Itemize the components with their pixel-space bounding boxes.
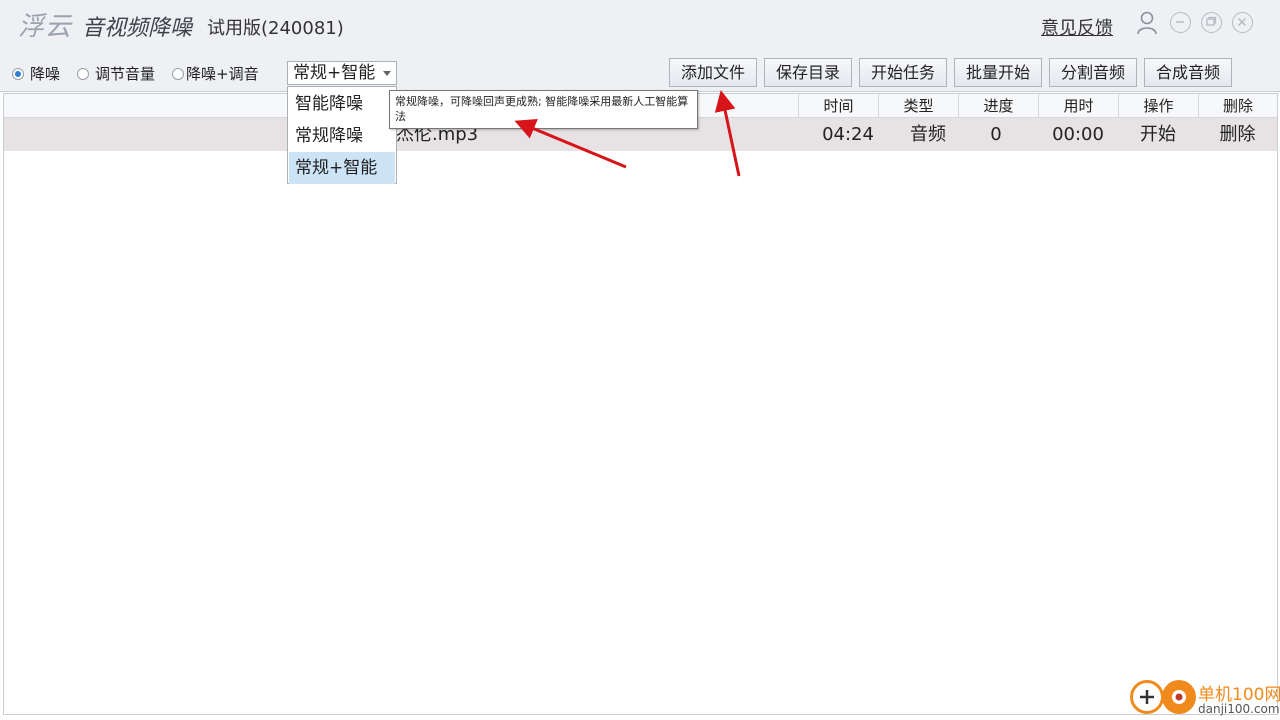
mode-label: 降噪+调音 <box>186 65 259 83</box>
start-task-button[interactable]: 开始任务 <box>859 58 947 87</box>
time-cell: 04:24 <box>822 124 874 145</box>
radio-denoise[interactable] <box>12 67 24 80</box>
mode-label: 降噪 <box>30 65 61 83</box>
app-title: 音视频降噪 <box>82 16 193 41</box>
add-file-button[interactable]: 添加文件 <box>669 58 757 87</box>
record-icon <box>1162 680 1196 714</box>
column-header-type: 类型 <box>878 94 958 118</box>
restore-icon[interactable] <box>1201 12 1222 33</box>
batch-start-button[interactable]: 批量开始 <box>954 58 1042 87</box>
plus-icon <box>1130 680 1164 714</box>
split-audio-button[interactable]: 分割音频 <box>1049 58 1137 87</box>
mode-adjust-volume[interactable]: 调节音量 <box>77 63 155 84</box>
radio-denoise-tune[interactable] <box>172 67 184 80</box>
watermark-logo: 单机100网 danji100.com <box>1130 678 1280 720</box>
dropdown-option-regular[interactable]: 常规降噪 <box>289 120 395 152</box>
column-header-time: 时间 <box>798 94 878 118</box>
title-bar: 浮云 音视频降噪 试用版(240081) 意见反馈 <box>0 0 1280 52</box>
dropdown-option-regular-smart[interactable]: 常规+智能 <box>289 152 395 184</box>
column-header-progress: 进度 <box>958 94 1038 118</box>
algorithm-dropdown-list: 智能降噪 常规降噪 常规+智能 <box>287 86 397 184</box>
mode-denoise-tune[interactable]: 降噪+调音 <box>172 63 259 84</box>
user-icon[interactable] <box>1136 11 1158 35</box>
column-header-elapsed: 用时 <box>1038 94 1118 118</box>
delete-row-button[interactable]: 删除 <box>1198 118 1277 151</box>
tooltip: 常规降噪，可降噪回声更成熟; 智能降噪采用最新人工智能算法 <box>389 90 698 129</box>
feedback-link[interactable]: 意见反馈 <box>1041 14 1113 40</box>
close-icon[interactable] <box>1232 12 1253 33</box>
merge-audio-button[interactable]: 合成音频 <box>1144 58 1232 87</box>
radio-adjust-volume[interactable] <box>77 67 89 80</box>
algorithm-select-value: 常规+智能 <box>293 63 376 83</box>
progress-cell: 0 <box>990 124 1002 145</box>
app-logo: 浮云 <box>18 12 73 42</box>
mode-denoise[interactable]: 降噪 <box>12 63 60 84</box>
chevron-down-icon[interactable] <box>383 71 391 76</box>
mode-label: 调节音量 <box>95 65 156 83</box>
file-table: 时间 类型 进度 用时 操作 删除 杰伦.mp3 04:24 音频 0 00:0… <box>3 93 1278 715</box>
minimize-icon[interactable] <box>1170 12 1191 33</box>
column-header-action: 操作 <box>1118 94 1198 118</box>
elapsed-cell: 00:00 <box>1052 124 1104 145</box>
watermark-url: danji100.com <box>1198 702 1280 716</box>
dropdown-option-smart[interactable]: 智能降噪 <box>289 88 395 120</box>
version-label: 试用版(240081) <box>207 18 344 39</box>
column-header-delete: 删除 <box>1198 94 1277 118</box>
start-row-button[interactable]: 开始 <box>1118 118 1198 151</box>
save-directory-button[interactable]: 保存目录 <box>764 58 852 87</box>
algorithm-select[interactable]: 常规+智能 <box>287 61 397 85</box>
